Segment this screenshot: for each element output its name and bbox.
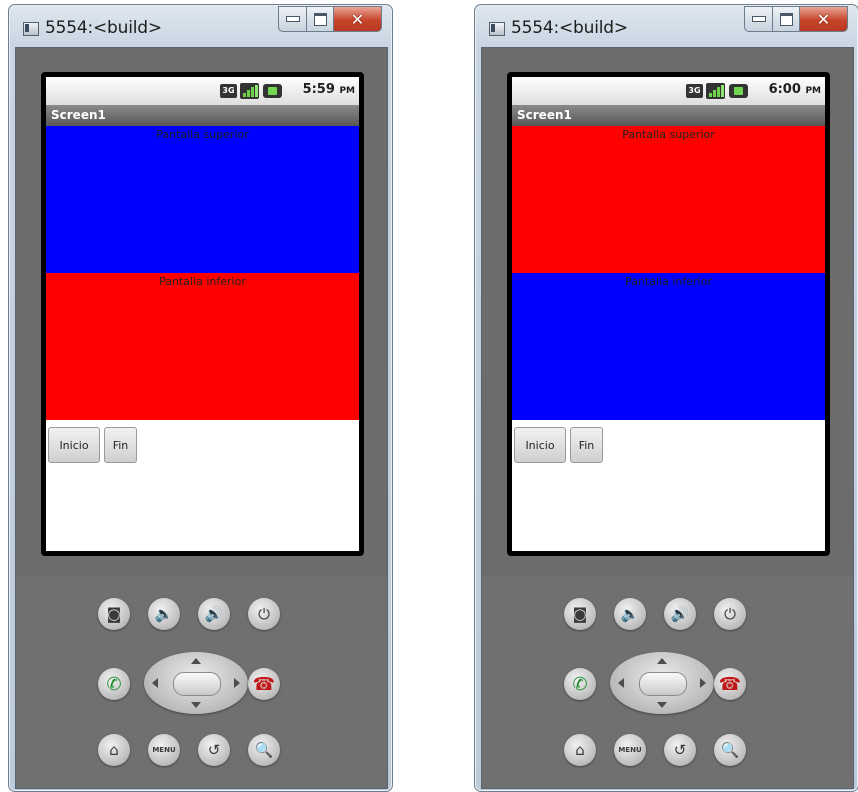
dpad[interactable]: [610, 652, 714, 714]
top-panel: Pantalla superior: [512, 126, 825, 273]
maximize-button[interactable]: [307, 6, 334, 32]
menu-button[interactable]: MENU: [614, 734, 646, 766]
dpad-right-icon[interactable]: [700, 678, 706, 688]
emulator-window-2: 5554:<build> ✕ 3G 6:00 PM Screen1 Pantal…: [474, 4, 858, 792]
window-title: 5554:<build>: [45, 18, 162, 38]
home-icon[interactable]: ⌂: [564, 734, 596, 766]
search-icon[interactable]: 🔍: [714, 734, 746, 766]
call-icon[interactable]: ✆: [564, 668, 596, 700]
back-icon[interactable]: ↺: [664, 734, 696, 766]
device-body: 3G 5:59 PM Screen1 Pantalla superior Pan…: [15, 47, 388, 789]
fin-button[interactable]: Fin: [104, 427, 137, 463]
back-icon[interactable]: ↺: [198, 734, 230, 766]
close-button[interactable]: ✕: [800, 6, 848, 32]
screen-bezel: 3G 5:59 PM Screen1 Pantalla superior Pan…: [41, 72, 364, 556]
minimize-button[interactable]: [278, 6, 307, 32]
top-panel: Pantalla superior: [46, 126, 359, 273]
inicio-button[interactable]: Inicio: [48, 427, 100, 463]
minimize-icon: [285, 16, 300, 22]
battery-icon: [729, 84, 748, 98]
bottom-panel-label: Pantalla inferior: [159, 275, 246, 288]
network-3g-icon: 3G: [686, 84, 703, 98]
screen-bezel: 3G 6:00 PM Screen1 Pantalla superior Pan…: [507, 72, 830, 556]
camera-icon[interactable]: ◙: [98, 598, 130, 630]
hardware-controls: ◙ 🔈 🔊 ⏻ ✆ ☎ ⌂ MENU ↺ 🔍: [482, 576, 853, 788]
window-title: 5554:<build>: [511, 18, 628, 38]
close-icon: ✕: [816, 9, 831, 29]
status-time: 5:59 PM: [302, 82, 355, 97]
emulator-window-1: 5554:<build> ✕ 3G 5:59 PM Screen1 Pantal…: [8, 4, 393, 792]
inicio-button[interactable]: Inicio: [514, 427, 566, 463]
call-icon[interactable]: ✆: [98, 668, 130, 700]
menu-button[interactable]: MENU: [148, 734, 180, 766]
top-panel-label: Pantalla superior: [622, 128, 715, 141]
device-screen: 3G 6:00 PM Screen1 Pantalla superior Pan…: [512, 77, 825, 551]
status-bar: 3G 6:00 PM: [512, 77, 825, 105]
maximize-icon: [313, 12, 327, 26]
bottom-panel-label: Pantalla inferior: [625, 275, 712, 288]
status-bar: 3G 5:59 PM: [46, 77, 359, 105]
bottom-panel: Pantalla inferior: [512, 273, 825, 420]
home-icon[interactable]: ⌂: [98, 734, 130, 766]
volume-down-icon[interactable]: 🔈: [148, 598, 180, 630]
signal-icon: [240, 83, 259, 99]
maximize-icon: [779, 12, 793, 26]
end-call-icon[interactable]: ☎: [714, 668, 746, 700]
volume-up-icon[interactable]: 🔊: [198, 598, 230, 630]
dpad-right-icon[interactable]: [234, 678, 240, 688]
dpad-center-button[interactable]: [173, 672, 221, 696]
close-button[interactable]: ✕: [334, 6, 382, 32]
dpad-down-icon[interactable]: [191, 702, 201, 708]
battery-icon: [263, 84, 282, 98]
minimize-button[interactable]: [744, 6, 773, 32]
camera-icon[interactable]: ◙: [564, 598, 596, 630]
dpad-left-icon[interactable]: [618, 678, 624, 688]
emulator-app-icon: [489, 22, 505, 36]
minimize-icon: [751, 16, 766, 22]
dpad-left-icon[interactable]: [152, 678, 158, 688]
signal-icon: [706, 83, 725, 99]
power-icon[interactable]: ⏻: [248, 598, 280, 630]
bottom-panel: Pantalla inferior: [46, 273, 359, 420]
device-body: 3G 6:00 PM Screen1 Pantalla superior Pan…: [481, 47, 854, 789]
volume-down-icon[interactable]: 🔈: [614, 598, 646, 630]
end-call-icon[interactable]: ☎: [248, 668, 280, 700]
app-title-bar: Screen1: [46, 105, 359, 126]
status-time: 6:00 PM: [768, 82, 821, 97]
dpad-up-icon[interactable]: [657, 658, 667, 664]
volume-up-icon[interactable]: 🔊: [664, 598, 696, 630]
close-icon: ✕: [350, 9, 365, 29]
hardware-controls: ◙ 🔈 🔊 ⏻ ✆ ☎ ⌂ MENU ↺ 🔍: [16, 576, 387, 788]
dpad-up-icon[interactable]: [191, 658, 201, 664]
title-bar[interactable]: 5554:<build> ✕: [475, 5, 858, 45]
search-icon[interactable]: 🔍: [248, 734, 280, 766]
maximize-button[interactable]: [773, 6, 800, 32]
dpad-center-button[interactable]: [639, 672, 687, 696]
device-screen: 3G 5:59 PM Screen1 Pantalla superior Pan…: [46, 77, 359, 551]
fin-button[interactable]: Fin: [570, 427, 603, 463]
network-3g-icon: 3G: [220, 84, 237, 98]
top-panel-label: Pantalla superior: [156, 128, 249, 141]
emulator-app-icon: [23, 22, 39, 36]
title-bar[interactable]: 5554:<build> ✕: [9, 5, 392, 45]
dpad-down-icon[interactable]: [657, 702, 667, 708]
app-title-bar: Screen1: [512, 105, 825, 126]
power-icon[interactable]: ⏻: [714, 598, 746, 630]
dpad[interactable]: [144, 652, 248, 714]
